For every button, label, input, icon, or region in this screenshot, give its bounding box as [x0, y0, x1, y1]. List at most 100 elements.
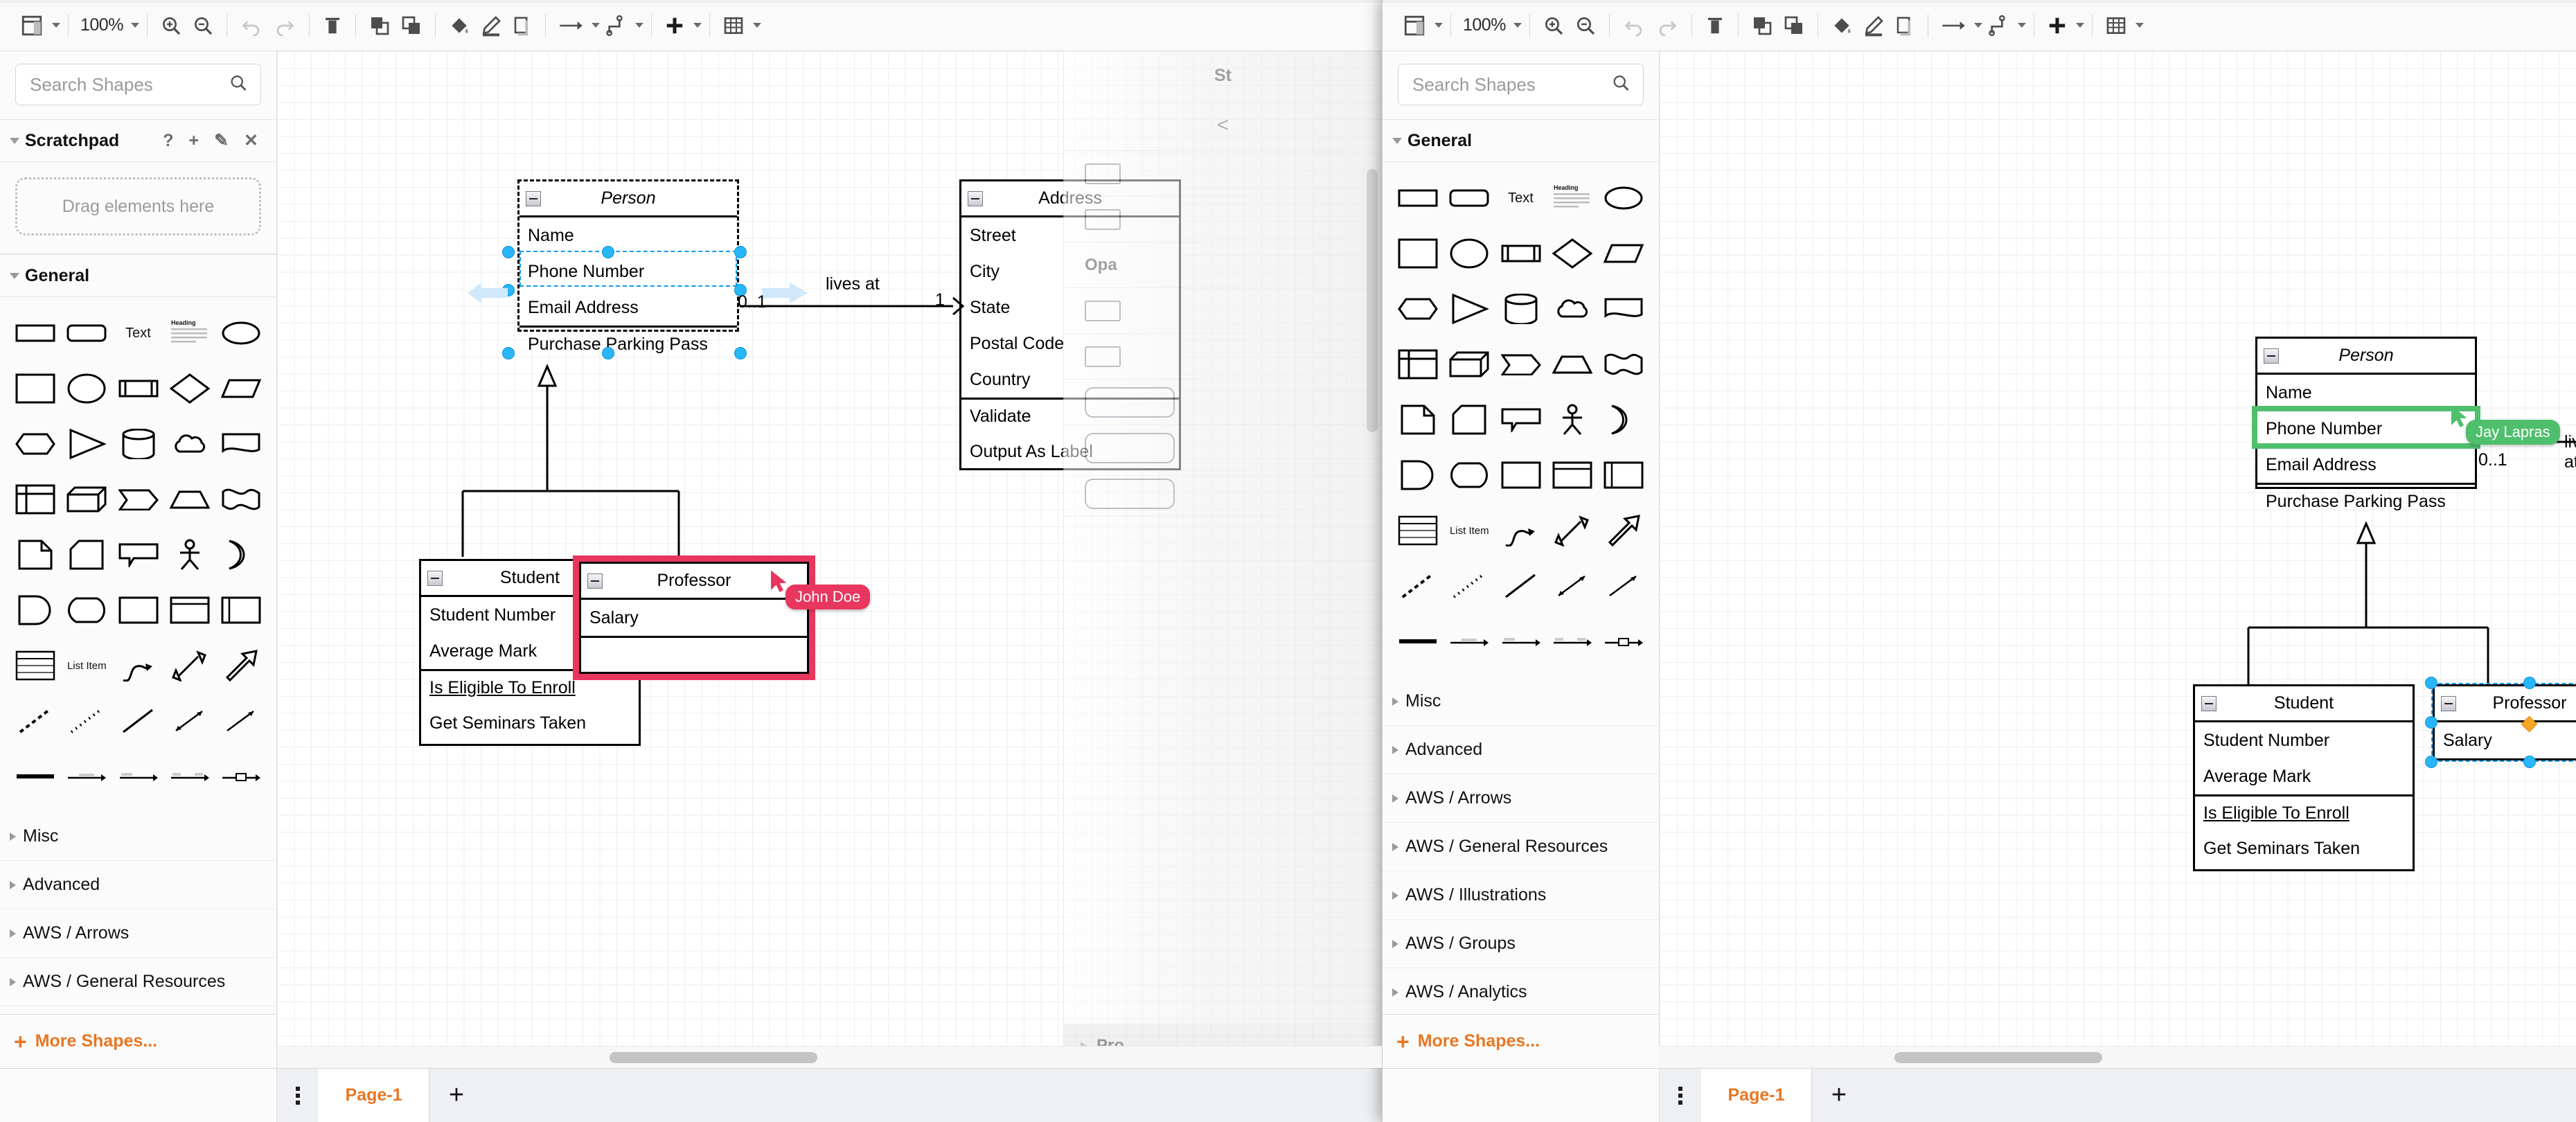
uml-entity-person[interactable]: Person Name Phone Number Email Address P…	[517, 179, 739, 354]
shape-cube-icon[interactable]	[1444, 338, 1495, 391]
format-panel-row[interactable]	[1064, 380, 1382, 425]
general-section-header[interactable]: General	[0, 254, 276, 297]
resize-handle-left-top[interactable]	[502, 246, 515, 258]
format-panel-row[interactable]	[1064, 288, 1382, 334]
shape-line-icon[interactable]	[112, 695, 163, 747]
shape-triangle-icon[interactable]	[61, 418, 112, 470]
scratchpad-help-icon[interactable]: ?	[163, 132, 173, 150]
uml-attribute[interactable]: Average Mark	[2195, 758, 2413, 794]
shape-document-icon[interactable]	[215, 418, 267, 470]
shape-actor-icon[interactable]	[164, 528, 215, 581]
page-menu-icon[interactable]	[277, 1069, 319, 1122]
waypoints-icon[interactable]	[1982, 8, 2014, 44]
sidebar-category-aws-analytics[interactable]: AWS / Analytics	[1383, 968, 1659, 1017]
to-back-icon[interactable]	[396, 8, 427, 44]
undo-icon[interactable]	[235, 8, 268, 44]
delete-icon[interactable]	[317, 8, 348, 44]
shape-note-icon[interactable]	[1392, 393, 1444, 446]
uml-attribute[interactable]: Email Address	[2257, 447, 2475, 483]
sidebar-category-aws-arrows[interactable]: AWS / Arrows	[1383, 774, 1659, 823]
undo-icon[interactable]	[1617, 8, 1651, 44]
canvas-hscroll-track-right[interactable]	[1659, 1046, 2576, 1068]
add-page-button[interactable]: +	[429, 1069, 483, 1122]
shape-bidirectional-arrow-icon[interactable]	[164, 695, 215, 747]
waypoints-icon[interactable]	[600, 8, 632, 44]
scratchpad-section-header[interactable]: Scratchpad ? + ✎ ✕	[0, 119, 276, 162]
shape-textbox-icon[interactable]: Heading	[164, 307, 215, 359]
zoom-dropdown-caret[interactable]	[130, 23, 139, 28]
page-tab-page-1[interactable]: Page-1	[319, 1069, 429, 1122]
redo-icon[interactable]	[268, 8, 301, 44]
shape-container-icon[interactable]	[112, 584, 163, 636]
shape-cylinder-icon[interactable]	[112, 418, 163, 470]
resize-handle-bottom-center[interactable]	[2523, 756, 2536, 768]
shape-rectangle-icon[interactable]	[1392, 172, 1444, 224]
shape-curved-arrow-icon[interactable]	[1495, 504, 1546, 557]
scratchpad-edit-icon[interactable]: ✎	[214, 132, 229, 150]
uml-entity-person[interactable]: Person Name Phone Number Email Address P…	[2255, 337, 2477, 511]
to-front-icon[interactable]	[1746, 8, 1778, 44]
sidebar-category-aws-groups[interactable]: AWS / Groups	[1383, 920, 1659, 968]
fill-color-icon[interactable]	[443, 8, 475, 44]
shape-diamond-icon[interactable]	[164, 362, 215, 415]
shape-tape-icon[interactable]	[215, 473, 267, 526]
shape-list-item-icon[interactable]: List Item	[61, 639, 112, 692]
insert-icon[interactable]	[2042, 8, 2072, 44]
shape-text-icon[interactable]: Text	[1495, 172, 1546, 224]
shape-cube-icon[interactable]	[61, 473, 112, 526]
waypoints-caret[interactable]	[2017, 23, 2026, 28]
page-tab-page-1[interactable]: Page-1	[1701, 1069, 1812, 1122]
collapse-toggle-icon[interactable]	[968, 190, 983, 206]
zoom-out-icon[interactable]	[1570, 8, 1601, 44]
shape-trapezoid-icon[interactable]	[164, 473, 215, 526]
shadow-icon[interactable]	[1890, 8, 1920, 44]
uml-attribute[interactable]: Name	[519, 217, 737, 253]
search-input[interactable]: Search Shapes	[15, 64, 261, 105]
shape-horizontal-container-icon[interactable]	[1547, 449, 1598, 501]
shape-text-icon[interactable]: Text	[112, 307, 163, 359]
zoom-in-icon[interactable]	[155, 8, 187, 44]
format-panel-row[interactable]	[1064, 334, 1382, 380]
insert-caret[interactable]	[693, 23, 702, 28]
shape-ellipse-icon[interactable]	[215, 307, 267, 359]
shape-dotted-line-icon[interactable]	[61, 695, 112, 747]
shape-bidirectional-arrow-icon[interactable]	[1547, 560, 1598, 612]
shape-arrow-icon[interactable]	[1598, 560, 1649, 612]
shape-step-icon[interactable]	[1495, 338, 1546, 391]
sidebar-category-aws-arrows[interactable]: AWS / Arrows	[0, 909, 276, 958]
shape-list-icon[interactable]	[1392, 504, 1444, 557]
more-shapes-button[interactable]: + More Shapes...	[1383, 1014, 1659, 1068]
collapse-toggle-icon[interactable]	[2264, 348, 2279, 364]
collapse-toggle-icon[interactable]	[587, 573, 603, 589]
uml-entity-professor[interactable]: Professor Salary	[2433, 684, 2576, 760]
connection-arrow-icon[interactable]	[553, 8, 588, 44]
canvas-horizontal-scrollbar-right[interactable]	[1894, 1052, 2102, 1063]
source-multiplicity-label[interactable]: 0..1	[738, 292, 767, 312]
insert-icon[interactable]	[659, 8, 690, 44]
shape-label-arrow-icon[interactable]	[1444, 615, 1495, 668]
shape-list-icon[interactable]	[10, 639, 61, 692]
line-color-icon[interactable]	[475, 8, 507, 44]
shape-hexagon-icon[interactable]	[1392, 283, 1444, 335]
add-page-button[interactable]: +	[1812, 1069, 1866, 1122]
resize-handle-bottom-left[interactable]	[2425, 756, 2437, 768]
shape-square-icon[interactable]	[10, 362, 61, 415]
view-layers-icon[interactable]	[1398, 8, 1431, 44]
association-label[interactable]: lives at	[2564, 432, 2576, 472]
shape-trapezoid-icon[interactable]	[1547, 338, 1598, 391]
shape-parallelogram-icon[interactable]	[215, 362, 267, 415]
zoom-in-icon[interactable]	[1538, 8, 1570, 44]
waypoints-caret[interactable]	[634, 23, 643, 28]
uml-association-lives-at[interactable]	[734, 259, 970, 335]
view-layers-icon[interactable]	[15, 8, 48, 44]
shape-list-item-icon[interactable]: List Item	[1444, 504, 1495, 557]
collapse-toggle-icon[interactable]	[427, 570, 443, 586]
sidebar-category-misc[interactable]: Misc	[1383, 677, 1659, 726]
zoom-dropdown-caret[interactable]	[1513, 23, 1522, 28]
shape-block-arrow-icon[interactable]	[215, 639, 267, 692]
uml-operation[interactable]: Is Eligible To Enroll	[2195, 794, 2413, 830]
shape-callout-icon[interactable]	[112, 528, 163, 581]
shape-square-icon[interactable]	[1392, 227, 1444, 280]
shape-triangle-icon[interactable]	[1444, 283, 1495, 335]
resize-handle-mid-left[interactable]	[2425, 716, 2437, 729]
